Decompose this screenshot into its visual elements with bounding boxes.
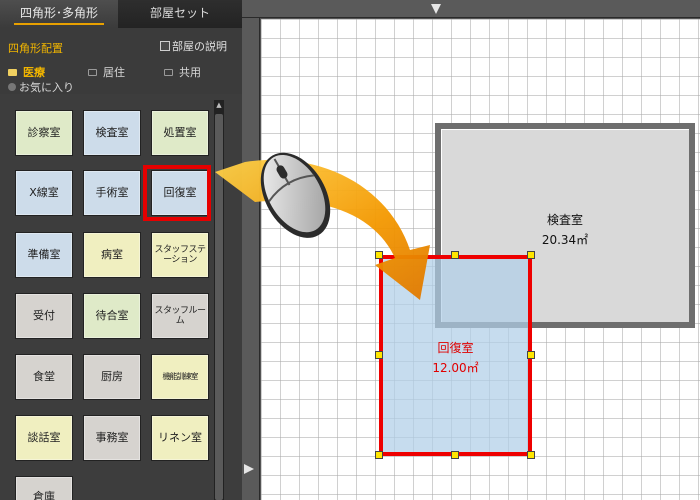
tab-rect-polygon[interactable]: 四角形･多角形 — [0, 0, 118, 28]
room-tile-linen[interactable]: リネン室 — [151, 415, 209, 461]
room-tile-shokudo[interactable]: 食堂 — [15, 354, 73, 400]
room-tile-grid: 診察室 検査室 処置室 X線室 手術室 回復室 準備室 病室 スタッフステーショ… — [0, 94, 242, 500]
scrollbar-thumb[interactable] — [215, 114, 223, 500]
room-tile-shinsatsu[interactable]: 診察室 — [15, 110, 73, 156]
room-tile-uketsuke[interactable]: 受付 — [15, 293, 73, 339]
palette-tabs: 四角形･多角形 部屋セット — [0, 0, 242, 28]
tile-label: 事務室 — [95, 431, 129, 444]
room-tile-junbi[interactable]: 準備室 — [15, 232, 73, 278]
room-tile-jimu[interactable]: 事務室 — [83, 415, 141, 461]
category-label: 共用 — [179, 66, 201, 79]
tile-label: 受付 — [33, 309, 55, 322]
tile-label: 待合室 — [95, 309, 129, 322]
selected-tile-highlight — [143, 165, 211, 221]
folder-icon — [88, 68, 97, 76]
scroll-up-arrow-icon[interactable]: ▲ — [214, 100, 224, 110]
room-palette-panel: 四角形･多角形 部屋セット 四角形配置 部屋の説明 医療 居住 共用 お気に入り… — [0, 0, 242, 500]
category-label: 居住 — [103, 66, 125, 79]
tile-label: 厨房 — [101, 370, 123, 383]
room-area: 12.00㎡ — [432, 361, 479, 375]
ruler-marker-icon[interactable] — [431, 4, 441, 14]
tile-label: 検査室 — [95, 126, 129, 139]
room-tile-machiai[interactable]: 待合室 — [83, 293, 141, 339]
resize-handle-s[interactable] — [451, 451, 459, 459]
room-description-checkbox[interactable]: 部屋の説明 — [160, 38, 227, 54]
room-tile-danwa[interactable]: 談話室 — [15, 415, 73, 461]
tile-label: リネン室 — [158, 431, 202, 444]
horizontal-ruler — [242, 0, 700, 18]
room-tile-shujutsu[interactable]: 手術室 — [83, 170, 141, 216]
favorites-label: お気に入り — [19, 81, 74, 94]
room-tile-staff-room[interactable]: スタッフルーム — [151, 293, 209, 339]
room-tile-kinou-kunren[interactable]: 機能訓練室 — [151, 354, 209, 400]
category-favorites[interactable]: お気に入り — [8, 79, 74, 95]
tab-room-set[interactable]: 部屋セット — [118, 0, 242, 28]
tab-label: 四角形･多角形 — [19, 6, 98, 20]
room-name: 回復室 — [437, 341, 474, 355]
tile-label: 診察室 — [27, 126, 61, 139]
tile-label: スタッフステーション — [154, 245, 206, 265]
tile-label: 手術室 — [95, 186, 129, 199]
resize-handle-sw[interactable] — [375, 451, 383, 459]
tile-label: 倉庫 — [33, 490, 55, 500]
resize-handle-nw[interactable] — [375, 251, 383, 259]
checkbox-box[interactable] — [160, 41, 170, 51]
category-medical[interactable]: 医療 — [8, 64, 45, 80]
tile-label: スタッフルーム — [154, 306, 206, 326]
tile-label: 食堂 — [33, 370, 55, 383]
tile-label: 処置室 — [163, 126, 197, 139]
folder-icon — [8, 68, 17, 76]
active-tab-underline — [14, 23, 104, 25]
category-residential[interactable]: 居住 — [88, 64, 125, 80]
floor-plan-canvas[interactable]: 検査室 20.34㎡ 回復室 12.00㎡ — [242, 0, 700, 500]
resize-handle-ne[interactable] — [527, 251, 535, 259]
tile-label: 談話室 — [27, 431, 61, 444]
tile-label: X線室 — [29, 186, 59, 199]
resize-handle-w[interactable] — [375, 351, 383, 359]
ruler-marker-icon[interactable] — [244, 464, 254, 474]
room-tile-kensa[interactable]: 検査室 — [83, 110, 141, 156]
room-name: 検査室 — [546, 213, 583, 227]
room-tile-byoshitsu[interactable]: 病室 — [83, 232, 141, 278]
drawing-grid[interactable]: 検査室 20.34㎡ 回復室 12.00㎡ — [261, 19, 700, 500]
category-shared[interactable]: 共用 — [164, 64, 201, 80]
room-tile-chubo[interactable]: 厨房 — [83, 354, 141, 400]
tab-label: 部屋セット — [149, 6, 210, 20]
category-label: 医療 — [23, 66, 45, 79]
room-tile-xray[interactable]: X線室 — [15, 170, 73, 216]
checkbox-label: 部屋の説明 — [172, 40, 227, 53]
room-tile-shochi[interactable]: 処置室 — [151, 110, 209, 156]
room-tile-soko[interactable]: 倉庫 — [15, 476, 73, 500]
vertical-ruler — [242, 18, 260, 500]
room-tile-staff-station[interactable]: スタッフステーション — [151, 232, 209, 278]
room-kaifuku-selected[interactable]: 回復室 12.00㎡ — [379, 255, 532, 456]
tile-label: 準備室 — [27, 248, 61, 261]
section-title: 四角形配置 — [8, 42, 63, 55]
resize-handle-e[interactable] — [527, 351, 535, 359]
folder-icon — [164, 68, 173, 76]
resize-handle-se[interactable] — [527, 451, 535, 459]
room-area: 20.34㎡ — [541, 233, 589, 247]
tile-label: 機能訓練室 — [162, 372, 199, 381]
resize-handle-n[interactable] — [451, 251, 459, 259]
tile-label: 病室 — [101, 248, 123, 261]
star-icon — [8, 83, 16, 91]
